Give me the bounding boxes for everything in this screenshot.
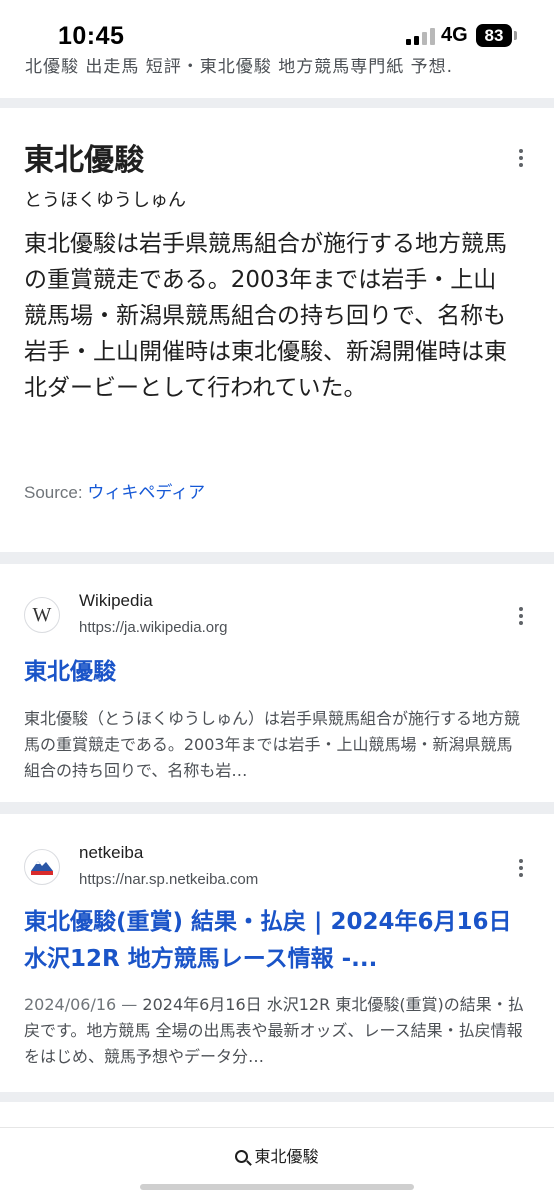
result-date: 2024/06/16 —: [24, 995, 138, 1014]
wikipedia-favicon[interactable]: W: [24, 597, 60, 633]
more-vert-icon: [519, 859, 523, 863]
search-icon: [235, 1150, 249, 1163]
result-title-link[interactable]: 東北優駿: [24, 654, 524, 691]
more-vert-icon: [519, 607, 523, 611]
section-divider: [0, 98, 554, 108]
result-snippet: 東北優駿（とうほくゆうしゅん）は岩手県競馬組合が施行する地方競馬の重賞競走である…: [24, 709, 521, 780]
result-title-link[interactable]: 東北優駿(重賞) 結果・払戻 | 2024年6月16日 水沢12R 地方競馬レー…: [24, 904, 524, 978]
home-indicator[interactable]: [140, 1184, 414, 1190]
result-url[interactable]: https://ja.wikipedia.org: [79, 619, 227, 636]
result-snippet: 2024/06/16 — 2024年6月16日 水沢12R 東北優駿(重賞)の結…: [24, 992, 524, 1070]
bottom-query-text: 東北優駿: [254, 1147, 319, 1166]
source-link[interactable]: ウィキペディア: [87, 483, 205, 502]
knowledge-panel-reading: とうほくゆうしゅん: [24, 190, 186, 211]
netkeiba-favicon[interactable]: [24, 849, 60, 885]
more-vert-icon: [519, 149, 523, 153]
knowledge-panel-more-button[interactable]: [509, 143, 533, 173]
bottom-search-query[interactable]: 東北優駿: [0, 1143, 554, 1167]
result-more-button[interactable]: [509, 853, 533, 883]
battery-icon: 83: [476, 24, 512, 47]
netkeiba-logo-icon: [31, 861, 53, 875]
section-divider: [0, 802, 554, 814]
previous-result-text: 北優駿 出走馬 短評・東北優駿 地方競馬専門紙 予想.: [25, 58, 454, 77]
result-site-name[interactable]: netkeiba: [79, 843, 143, 863]
source-label: Source:: [24, 483, 83, 502]
cellular-signal-icon: [406, 27, 436, 45]
result-url[interactable]: https://nar.sp.netkeiba.com: [79, 871, 258, 888]
knowledge-panel-description: 東北優駿は岩手県競馬組合が施行する地方競馬の重賞競走である。2003年までは岩手…: [24, 231, 507, 401]
section-divider: [0, 1092, 554, 1102]
result-more-button[interactable]: [509, 601, 533, 631]
result-site-name[interactable]: Wikipedia: [79, 591, 153, 611]
battery-tip: [514, 31, 517, 40]
knowledge-panel-source: Source: ウィキペディア: [24, 478, 205, 503]
knowledge-panel-title: 東北優駿: [24, 143, 144, 178]
previous-result-cutoff: 北優駿 出走馬 短評・東北優駿 地方競馬専門紙 予想.: [25, 58, 545, 78]
wikipedia-w-icon: W: [32, 604, 52, 626]
network-type: 4G: [441, 24, 468, 46]
status-time: 10:45: [58, 22, 125, 50]
section-divider: [0, 552, 554, 564]
